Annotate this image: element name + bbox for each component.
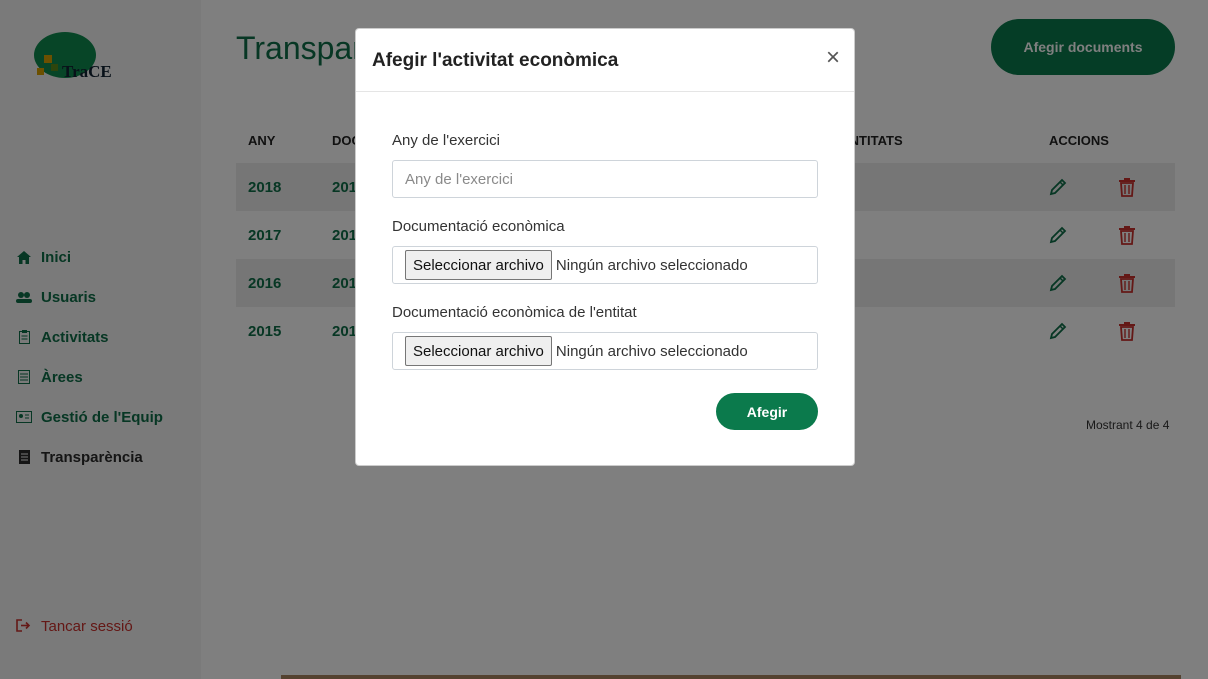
year-input[interactable]	[392, 160, 818, 198]
economic-doc-label: Documentació econòmica	[392, 218, 565, 235]
close-icon[interactable]: ×	[826, 46, 840, 70]
select-file-button[interactable]: Seleccionar archivo	[405, 336, 552, 366]
modal-title: Afegir l'activitat econòmica	[372, 50, 619, 71]
select-file-button[interactable]: Seleccionar archivo	[405, 250, 552, 280]
entity-doc-file-input[interactable]: Seleccionar archivo Ningún archivo selec…	[392, 332, 818, 370]
modal-header: Afegir l'activitat econòmica ×	[356, 29, 854, 92]
add-economic-activity-modal: Afegir l'activitat econòmica × Any de l'…	[355, 28, 855, 466]
file-status: Ningún archivo seleccionado	[555, 256, 748, 274]
submit-button[interactable]: Afegir	[716, 393, 818, 430]
entity-doc-label: Documentació econòmica de l'entitat	[392, 304, 637, 321]
economic-doc-file-input[interactable]: Seleccionar archivo Ningún archivo selec…	[392, 246, 818, 284]
year-label: Any de l'exercici	[392, 132, 500, 149]
file-status: Ningún archivo seleccionado	[555, 342, 748, 360]
